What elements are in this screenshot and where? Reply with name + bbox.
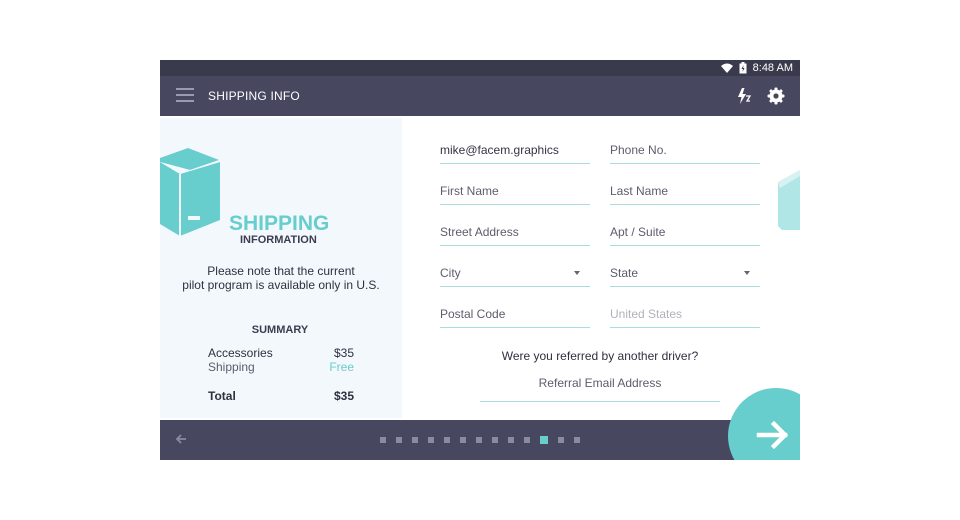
referral-question: Were you referred by another driver? bbox=[501, 349, 699, 363]
state-placeholder: State bbox=[610, 266, 639, 280]
availability-note: Please note that the current pilot progr… bbox=[160, 264, 402, 292]
postal-code-field[interactable]: Postal Code bbox=[440, 287, 590, 328]
page-dot bbox=[444, 437, 450, 443]
country-value: United States bbox=[610, 307, 683, 321]
status-time: 8:48 AM bbox=[752, 62, 793, 74]
box-icon bbox=[160, 148, 220, 236]
page-dot bbox=[396, 437, 402, 443]
phone-field[interactable]: Phone No. bbox=[610, 123, 760, 164]
summary-value: $35 bbox=[333, 346, 354, 360]
referral-email-field[interactable]: Referral Email Address bbox=[480, 368, 720, 402]
page-dot bbox=[524, 437, 530, 443]
summary-value: Free bbox=[329, 360, 354, 374]
page-dot bbox=[460, 437, 466, 443]
flash-icon[interactable] bbox=[737, 87, 751, 105]
page-dot-active bbox=[540, 436, 548, 444]
page-indicator bbox=[380, 436, 580, 444]
section-subheading: INFORMATION bbox=[240, 234, 317, 246]
email-field[interactable]: mike@facem.graphics bbox=[440, 123, 590, 164]
menu-icon[interactable] bbox=[176, 88, 194, 104]
bottom-navigation bbox=[160, 420, 800, 460]
summary-row: Accessories $35 bbox=[208, 346, 354, 360]
app-bar: SHIPPING INFO bbox=[160, 76, 800, 116]
country-field: United States bbox=[610, 287, 760, 328]
first-name-field[interactable]: First Name bbox=[440, 164, 590, 205]
device-screen: 8:48 AM SHIPPING INFO SHIPPING INFORMATI… bbox=[160, 60, 800, 460]
battery-icon bbox=[739, 62, 747, 74]
summary-label: Accessories bbox=[208, 346, 273, 360]
page-dot bbox=[428, 437, 434, 443]
city-placeholder: City bbox=[440, 266, 461, 280]
phone-placeholder: Phone No. bbox=[610, 143, 667, 157]
wifi-icon bbox=[720, 63, 733, 73]
arrow-right-icon bbox=[756, 420, 789, 450]
chevron-down-icon bbox=[574, 271, 580, 275]
page-dot bbox=[558, 437, 564, 443]
referral-placeholder: Referral Email Address bbox=[538, 376, 662, 390]
page-dot bbox=[476, 437, 482, 443]
street-placeholder: Street Address bbox=[440, 225, 519, 239]
page-dot bbox=[412, 437, 418, 443]
apt-suite-field[interactable]: Apt / Suite bbox=[610, 205, 760, 246]
info-panel: SHIPPING INFORMATION Please note that th… bbox=[160, 118, 402, 418]
summary-value: $35 bbox=[333, 389, 354, 403]
note-line-1: Please note that the current bbox=[207, 264, 355, 278]
section-heading: SHIPPING bbox=[229, 212, 330, 235]
chevron-down-icon bbox=[744, 271, 750, 275]
first-name-placeholder: First Name bbox=[440, 184, 499, 198]
page-dot bbox=[574, 437, 580, 443]
page-dot bbox=[492, 437, 498, 443]
back-arrow-icon[interactable] bbox=[174, 432, 188, 446]
status-bar: 8:48 AM bbox=[160, 60, 800, 76]
summary-label: Total bbox=[208, 389, 236, 403]
page-dot bbox=[380, 437, 386, 443]
summary-label: Shipping bbox=[208, 360, 255, 374]
settings-icon[interactable] bbox=[767, 87, 785, 105]
summary-total-row: Total $35 bbox=[208, 389, 354, 403]
summary-row: Shipping Free bbox=[208, 360, 354, 374]
street-address-field[interactable]: Street Address bbox=[440, 205, 590, 246]
last-name-field[interactable]: Last Name bbox=[610, 164, 760, 205]
next-page-box-icon bbox=[778, 170, 800, 230]
email-value: mike@facem.graphics bbox=[440, 143, 559, 157]
city-select[interactable]: City bbox=[440, 246, 590, 287]
page-title: SHIPPING INFO bbox=[208, 89, 300, 103]
apt-placeholder: Apt / Suite bbox=[610, 225, 666, 239]
next-button[interactable] bbox=[728, 388, 800, 460]
note-line-2: pilot program is available only in U.S. bbox=[182, 278, 380, 292]
postal-placeholder: Postal Code bbox=[440, 307, 506, 321]
last-name-placeholder: Last Name bbox=[610, 184, 669, 198]
page-dot bbox=[508, 437, 514, 443]
state-select[interactable]: State bbox=[610, 246, 760, 287]
summary-title: SUMMARY bbox=[251, 324, 309, 336]
